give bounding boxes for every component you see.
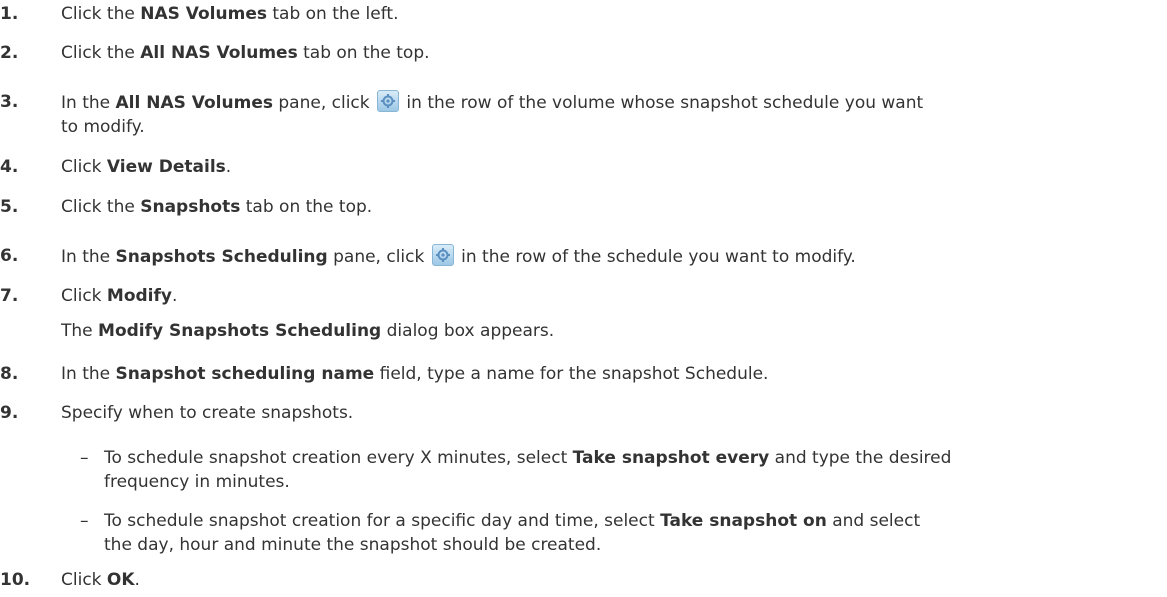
text-run: pane, click	[272, 93, 376, 113]
ui-term: Take snapshot on	[660, 511, 827, 531]
gear-icon	[431, 244, 454, 266]
text-run: In the	[61, 247, 116, 267]
ui-term: Take snapshot every	[572, 448, 770, 468]
bullet-dash: –	[80, 448, 89, 468]
step-3: 3. In the All NAS Volumes pane, click in…	[0, 90, 1160, 140]
ui-term: OK	[106, 570, 135, 590]
text-run: and type the desired	[769, 448, 952, 468]
ui-term: All NAS Volumes	[140, 43, 298, 63]
step-text: Click View Details.	[61, 155, 231, 180]
text-run: Click the	[61, 43, 141, 63]
ui-term: All NAS Volumes	[115, 93, 273, 113]
substep-text: To schedule snapshot creation every X mi…	[104, 446, 951, 471]
step-number: 8.	[0, 364, 19, 384]
text-run: in the row of the schedule you want to m…	[455, 247, 856, 267]
text-run: field, type a name for the snapshot Sche…	[374, 364, 769, 384]
text-run: Click	[61, 157, 107, 177]
step-7: 7. Click Modify. The Modify Snapshots Sc…	[0, 284, 1160, 344]
text-run: In the	[61, 93, 116, 113]
text-run: Click	[61, 570, 107, 590]
text-run: .	[134, 570, 140, 590]
step-number: 5.	[0, 197, 19, 217]
step-number: 7.	[0, 286, 19, 306]
text-run: In the	[61, 364, 116, 384]
step-number: 10.	[0, 570, 31, 590]
text-run: .	[172, 286, 178, 306]
text-run: To schedule snapshot creation for a spec…	[104, 511, 661, 531]
text-run: .	[225, 157, 232, 177]
substep-1: – To schedule snapshot creation every X …	[0, 446, 1160, 496]
step-text: Click Modify.	[61, 284, 177, 309]
text-run: in the row of the volume whose snapshot …	[401, 93, 924, 113]
substep-text: To schedule snapshot creation for a spec…	[104, 509, 920, 534]
substep-continuation: the day, hour and minute the snapshot sh…	[104, 535, 602, 555]
step-text: Click the Snapshots tab on the top.	[61, 195, 372, 220]
step-number: 3.	[0, 92, 19, 112]
ui-term: Modify Snapshots Scheduling	[98, 321, 382, 341]
step-text: Click the All NAS Volumes tab on the top…	[61, 41, 430, 66]
ui-term: NAS Volumes	[140, 4, 267, 24]
step-number: 1.	[0, 4, 19, 24]
step-number: 9.	[0, 403, 19, 423]
substep-2: – To schedule snapshot creation for a sp…	[0, 509, 1160, 559]
step-text: In the Snapshot scheduling name field, t…	[61, 362, 768, 387]
text-run: To schedule snapshot creation every X mi…	[104, 448, 573, 468]
text-run: tab on the top.	[297, 43, 430, 63]
step-text: Click OK.	[61, 568, 140, 593]
text-run: Click the	[61, 4, 141, 24]
step-note: The Modify Snapshots Scheduling dialog b…	[61, 319, 554, 344]
step-text: In the All NAS Volumes pane, click in th…	[61, 90, 923, 116]
ui-term: View Details	[106, 157, 226, 177]
ui-term: Snapshots	[140, 197, 241, 217]
ui-term: Snapshot scheduling name	[115, 364, 375, 384]
substep-continuation: frequency in minutes.	[104, 472, 290, 492]
step-continuation: to modify.	[61, 117, 145, 137]
text-run: The	[61, 321, 99, 341]
step-number: 2.	[0, 43, 19, 63]
text-run: dialog box appears.	[381, 321, 555, 341]
text-run: tab on the left.	[266, 4, 399, 24]
gear-icon	[377, 90, 400, 112]
text-run: pane, click	[327, 247, 430, 267]
ui-term: Snapshots Scheduling	[115, 247, 328, 267]
text-run: Click the	[61, 197, 141, 217]
text-run: tab on the top.	[240, 197, 373, 217]
text-run: Click	[61, 286, 107, 306]
procedure-document: 1. Click the NAS Volumes tab on the left…	[0, 0, 1167, 597]
step-text: Specify when to create snapshots.	[61, 403, 354, 423]
text-run: and select	[826, 511, 921, 531]
step-number: 6.	[0, 246, 19, 266]
ui-term: Modify	[106, 286, 172, 306]
step-text: In the Snapshots Scheduling pane, click …	[61, 244, 856, 270]
step-number: 4.	[0, 157, 19, 177]
step-text: Click the NAS Volumes tab on the left.	[61, 2, 398, 27]
bullet-dash: –	[80, 511, 89, 531]
